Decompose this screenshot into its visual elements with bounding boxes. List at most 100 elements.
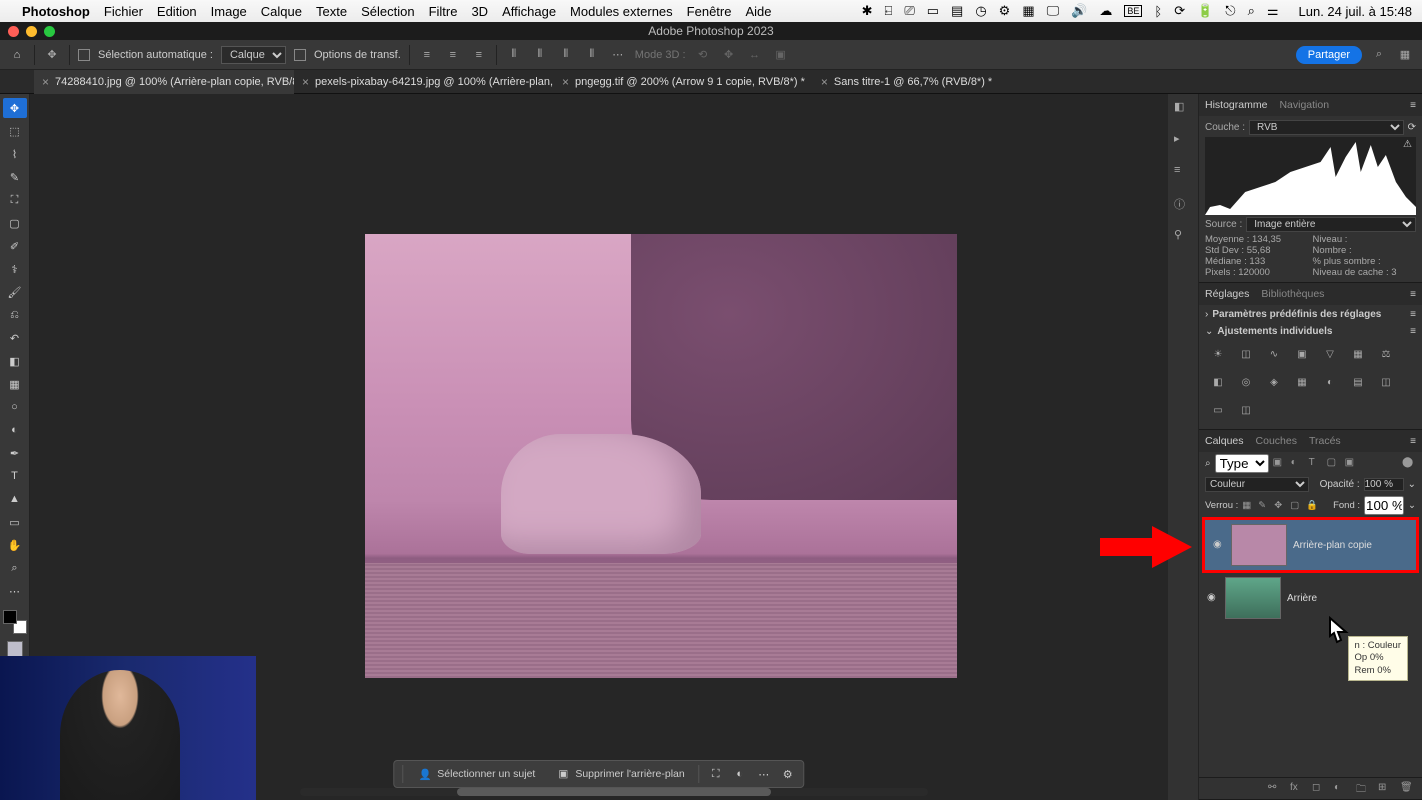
hue-icon[interactable]: ▦ — [1349, 345, 1367, 363]
share-button[interactable]: Partager — [1296, 46, 1362, 64]
adjustment-icon[interactable]: ◐ — [732, 766, 748, 782]
lock-position-icon[interactable]: ✥ — [1274, 500, 1286, 512]
hand-tool[interactable]: ✋ — [3, 535, 27, 555]
tray-control-center-icon[interactable]: ⚌ — [1267, 3, 1279, 19]
bw-icon[interactable]: ◧ — [1209, 373, 1227, 391]
distribute-bottom-icon[interactable]: ⫴ — [557, 46, 575, 64]
canvas-image[interactable] — [365, 234, 957, 678]
menu-plugins[interactable]: Modules externes — [570, 4, 673, 19]
threshold-icon[interactable]: ◫ — [1377, 373, 1395, 391]
channels-tab[interactable]: Couches — [1256, 435, 1297, 447]
panel-menu-icon[interactable]: ≡ — [1410, 289, 1416, 300]
eraser-tool[interactable]: ◧ — [3, 351, 27, 371]
panel-menu-icon[interactable]: ≡ — [1410, 100, 1416, 111]
clone-tool[interactable]: ⎌ — [3, 305, 27, 325]
presets-row[interactable]: › Paramètres prédéfinis des réglages ≡ — [1205, 309, 1416, 320]
tray-display-icon[interactable]: ▭ — [927, 3, 939, 19]
app-name[interactable]: Photoshop — [22, 4, 90, 19]
layer-item[interactable]: ◉ Arrière — [1199, 573, 1422, 623]
blur-tool[interactable]: ○ — [3, 397, 27, 417]
tray-clipboard-icon[interactable]: ▤ — [951, 3, 963, 19]
curves-icon[interactable]: ∿ — [1265, 345, 1283, 363]
menu-image[interactable]: Image — [211, 4, 247, 19]
smart-filter-icon[interactable]: ▣ — [1345, 457, 1359, 471]
document-tab-2[interactable]: ×pngegg.tif @ 200% (Arrow 9 1 copie, RVB… — [554, 70, 813, 94]
chevron-down-icon[interactable]: ⌄ — [1408, 500, 1416, 511]
workspace-icon[interactable]: ▦ — [1396, 46, 1414, 64]
document-tab-3[interactable]: ×Sans titre-1 @ 66,7% (RVB/8*) * — [813, 70, 1000, 94]
layer-name[interactable]: Arrière — [1287, 593, 1317, 604]
channel-select[interactable]: RVB — [1249, 120, 1404, 135]
layer-name[interactable]: Arrière-plan copie — [1293, 540, 1372, 551]
color-panel-icon[interactable]: ◧ — [1174, 100, 1192, 118]
tray-puzzle-icon[interactable]: ⚙ — [999, 3, 1011, 19]
panel-menu-icon[interactable]: ≡ — [1410, 436, 1416, 447]
horizontal-scrollbar[interactable] — [300, 788, 928, 798]
tray-battery-icon[interactable]: 🔋 — [1197, 3, 1213, 19]
select-subject-button[interactable]: 👤Sélectionner un sujet — [411, 763, 541, 785]
tray-wifi-icon[interactable]: ⎋ — [1225, 3, 1235, 19]
frame-tool[interactable]: ▢ — [3, 213, 27, 233]
fill-input[interactable] — [1364, 496, 1404, 515]
move-tool-icon[interactable]: ✥ — [43, 46, 61, 64]
menubar-clock[interactable]: Lun. 24 juil. à 15:48 — [1299, 4, 1412, 19]
type-filter-icon[interactable]: T — [1309, 457, 1323, 471]
foreground-color-swatch[interactable] — [3, 610, 17, 624]
individual-row[interactable]: ⌄ Ajustements individuels ≡ — [1205, 326, 1416, 337]
menu-layer[interactable]: Calque — [261, 4, 302, 19]
path-select-tool[interactable]: ▲ — [3, 489, 27, 509]
delete-layer-icon[interactable]: 🗑 — [1400, 782, 1414, 796]
photo-filter-icon[interactable]: ◎ — [1237, 373, 1255, 391]
tray-sync-icon[interactable]: ⟳ — [1174, 3, 1185, 19]
menu-filter[interactable]: Filtre — [429, 4, 458, 19]
more-options-icon[interactable]: ⋯ — [756, 766, 772, 782]
menu-3d[interactable]: 3D — [471, 4, 488, 19]
filter-type-select[interactable]: Type — [1215, 454, 1269, 473]
remove-background-button[interactable]: ▣Supprimer l'arrière-plan — [549, 763, 690, 785]
tray-grid-icon[interactable]: ▦ — [1022, 3, 1034, 19]
transform-checkbox[interactable] — [294, 49, 306, 61]
tray-bluetooth-icon[interactable]: ᛒ — [1154, 4, 1162, 19]
tray-be-icon[interactable]: BE — [1124, 5, 1142, 17]
distribute-h-icon[interactable]: ⫴ — [583, 46, 601, 64]
group-icon[interactable]: 🗀 — [1356, 782, 1370, 796]
layers-tab[interactable]: Calques — [1205, 435, 1244, 447]
auto-select-target-select[interactable]: Calque — [221, 46, 286, 64]
paths-tab[interactable]: Tracés — [1309, 435, 1341, 447]
menu-help[interactable]: Aide — [745, 4, 771, 19]
refresh-icon[interactable]: ⟳ — [1408, 122, 1416, 133]
tray-search-icon[interactable]: ⌕ — [1248, 3, 1255, 19]
quick-select-tool[interactable]: ✎ — [3, 167, 27, 187]
healing-tool[interactable]: ⚕ — [3, 259, 27, 279]
visibility-eye-icon[interactable]: ◉ — [1207, 592, 1219, 604]
tray-monitor-icon[interactable]: 🖵 — [1047, 3, 1060, 19]
gradient-map-icon[interactable]: ▭ — [1209, 401, 1227, 419]
link-layers-icon[interactable]: ⚯ — [1268, 782, 1282, 796]
menu-selection[interactable]: Sélection — [361, 4, 414, 19]
minimize-window-button[interactable] — [26, 26, 37, 37]
swatches-panel-icon[interactable]: ▸ — [1174, 132, 1192, 150]
layer-thumbnail[interactable] — [1231, 524, 1287, 566]
chevron-down-icon[interactable]: ⌄ — [1408, 479, 1416, 490]
zoom-window-button[interactable] — [44, 26, 55, 37]
brightness-icon[interactable]: ☀ — [1209, 345, 1227, 363]
move-tool[interactable]: ✥ — [3, 98, 27, 118]
menu-view[interactable]: Affichage — [502, 4, 556, 19]
history-brush-tool[interactable]: ↶ — [3, 328, 27, 348]
tab-close-icon[interactable]: × — [42, 75, 49, 89]
lock-all-icon[interactable]: 🔒 — [1306, 500, 1318, 512]
lock-brush-icon[interactable]: ✎ — [1258, 500, 1270, 512]
search-icon[interactable]: ⌕ — [1205, 458, 1211, 469]
tray-cloud-icon[interactable]: ☁ — [1099, 3, 1112, 19]
visibility-eye-icon[interactable]: ◉ — [1213, 539, 1225, 551]
shape-filter-icon[interactable]: ▢ — [1327, 457, 1341, 471]
adjustments-tab[interactable]: Réglages — [1205, 288, 1249, 300]
exposure-icon[interactable]: ▣ — [1293, 345, 1311, 363]
adjustment-layer-icon[interactable]: ◐ — [1334, 782, 1348, 796]
layer-thumbnail[interactable] — [1225, 577, 1281, 619]
menu-window[interactable]: Fenêtre — [687, 4, 732, 19]
blend-mode-select[interactable]: Couleur — [1205, 477, 1309, 492]
opacity-input[interactable] — [1364, 478, 1404, 491]
navigation-tab[interactable]: Navigation — [1279, 99, 1329, 111]
libraries-tab[interactable]: Bibliothèques — [1261, 288, 1324, 300]
